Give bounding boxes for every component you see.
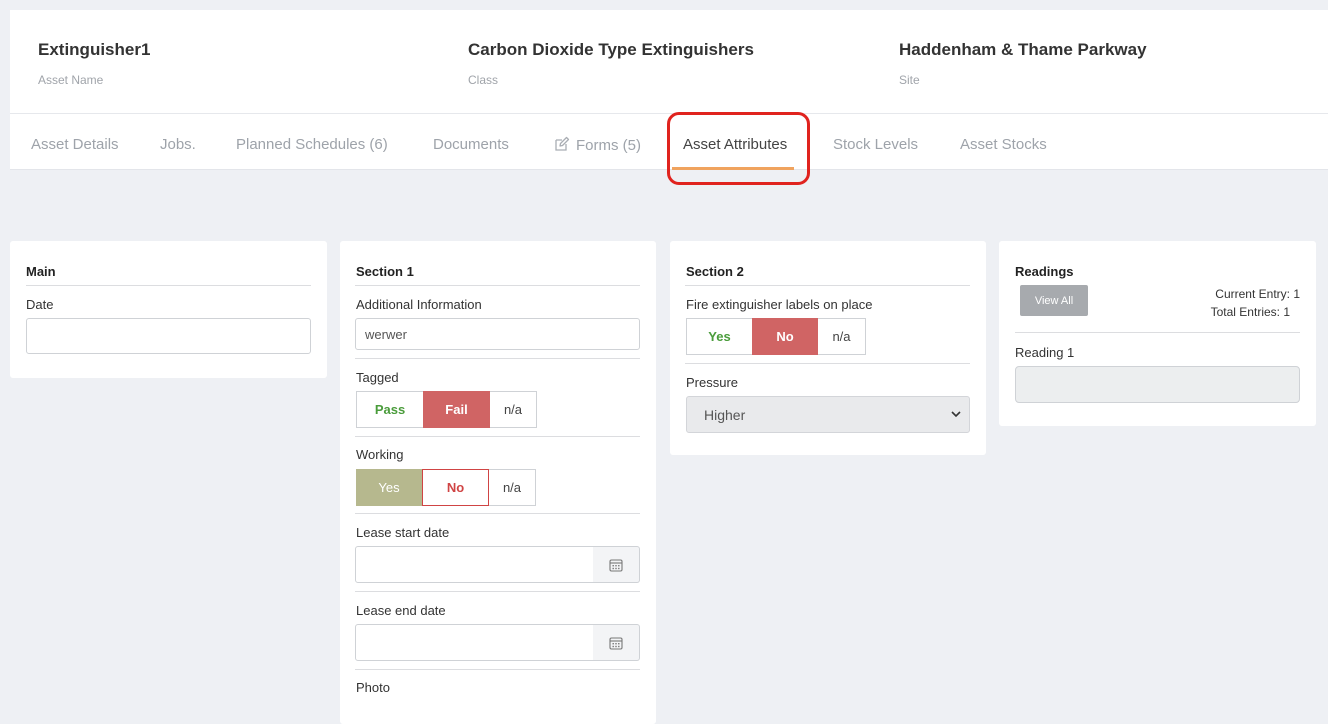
date-label: Date xyxy=(26,297,54,312)
calendar-icon xyxy=(609,636,623,650)
labels-yes-option[interactable]: Yes xyxy=(686,318,752,355)
lease-start-calendar-button[interactable] xyxy=(593,546,640,583)
additional-info-input[interactable] xyxy=(355,318,640,350)
divider xyxy=(355,669,640,670)
site-label: Site xyxy=(899,73,920,87)
tab-bar: Asset Details Jobs. Planned Schedules (6… xyxy=(10,114,1328,170)
class-value: Carbon Dioxide Type Extinguishers xyxy=(468,40,754,59)
divider xyxy=(355,591,640,592)
divider xyxy=(355,436,640,437)
asset-header: Extinguisher1 Asset Name Carbon Dioxide … xyxy=(10,10,1328,114)
tagged-toggle: Pass Fail n/a xyxy=(356,391,537,428)
asset-name-value: Extinguisher1 xyxy=(38,40,151,59)
asset-name-label: Asset Name xyxy=(38,73,104,87)
tab-forms[interactable]: Forms (5) xyxy=(554,136,641,154)
tab-stock-levels[interactable]: Stock Levels xyxy=(833,136,918,153)
main-card-title: Main xyxy=(26,264,56,279)
site-field: Haddenham & Thame Parkway Site xyxy=(899,40,1147,87)
current-entry-text: Current Entry: 1 xyxy=(1215,287,1300,301)
tab-asset-attributes[interactable]: Asset Attributes xyxy=(683,136,787,153)
reading1-label: Reading 1 xyxy=(1015,345,1075,360)
lease-end-calendar-button[interactable] xyxy=(593,624,640,661)
tab-documents[interactable]: Documents xyxy=(433,136,509,153)
chevron-down-icon xyxy=(951,411,961,418)
total-entries-text: Total Entries: 1 xyxy=(1210,305,1290,319)
working-no-option[interactable]: No xyxy=(422,469,489,506)
working-label: Working xyxy=(356,447,404,462)
photo-label: Photo xyxy=(356,680,390,695)
pressure-select[interactable]: Higher xyxy=(686,396,970,433)
readings-title: Readings xyxy=(1015,264,1074,279)
tab-forms-label: Forms (5) xyxy=(576,137,641,154)
labels-on-place-label: Fire extinguisher labels on place xyxy=(686,297,873,312)
tab-asset-details[interactable]: Asset Details xyxy=(31,136,119,153)
asset-name-field: Extinguisher1 Asset Name xyxy=(38,40,150,87)
date-input[interactable] xyxy=(26,318,311,354)
divider xyxy=(355,513,640,514)
tab-planned-schedules[interactable]: Planned Schedules (6) xyxy=(236,136,388,153)
site-value: Haddenham & Thame Parkway xyxy=(899,40,1147,59)
working-yes-option[interactable]: Yes xyxy=(356,469,422,506)
main-card xyxy=(10,241,327,378)
working-na-option[interactable]: n/a xyxy=(489,469,536,506)
divider xyxy=(685,285,970,286)
labels-na-option[interactable]: n/a xyxy=(818,318,866,355)
edit-icon xyxy=(555,136,570,151)
reading1-field[interactable] xyxy=(1015,366,1300,403)
labels-on-place-toggle: Yes No n/a xyxy=(686,318,866,355)
tagged-na-option[interactable]: n/a xyxy=(490,391,537,428)
calendar-icon xyxy=(609,558,623,572)
tagged-pass-option[interactable]: Pass xyxy=(356,391,423,428)
pressure-label: Pressure xyxy=(686,375,739,390)
section1-title: Section 1 xyxy=(356,264,414,279)
pressure-selected-value: Higher xyxy=(704,406,746,423)
divider xyxy=(1015,332,1300,333)
divider xyxy=(355,358,640,359)
lease-end-label: Lease end date xyxy=(356,603,446,618)
class-label: Class xyxy=(468,73,499,87)
section2-title: Section 2 xyxy=(686,264,744,279)
class-field: Carbon Dioxide Type Extinguishers Class xyxy=(468,40,754,87)
lease-start-input[interactable] xyxy=(355,546,594,583)
tagged-label: Tagged xyxy=(356,370,399,385)
lease-start-label: Lease start date xyxy=(356,525,450,540)
top-strip xyxy=(0,0,1328,10)
divider xyxy=(355,285,640,286)
labels-no-option[interactable]: No xyxy=(752,318,818,355)
divider xyxy=(26,285,311,286)
active-tab-indicator xyxy=(672,167,794,170)
lease-end-input[interactable] xyxy=(355,624,594,661)
divider xyxy=(685,363,970,364)
additional-info-label: Additional Information xyxy=(356,297,482,312)
working-toggle: Yes No n/a xyxy=(356,469,536,506)
tab-jobs[interactable]: Jobs. xyxy=(160,136,196,153)
view-all-button[interactable]: View All xyxy=(1020,285,1088,316)
tab-asset-stocks[interactable]: Asset Stocks xyxy=(960,136,1047,153)
tagged-fail-option[interactable]: Fail xyxy=(423,391,490,428)
